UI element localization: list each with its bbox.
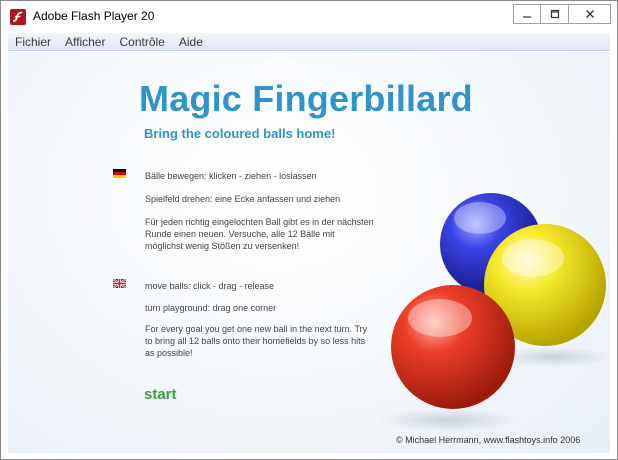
window-controls: [513, 4, 611, 24]
maximize-button[interactable]: [541, 4, 569, 24]
german-instruction-turn: Spielfeld drehen: eine Ecke anfassen und…: [145, 194, 341, 204]
title-bar[interactable]: Adobe Flash Player 20: [1, 1, 617, 32]
uk-flag-icon: [113, 279, 126, 288]
close-button[interactable]: [569, 4, 611, 24]
start-button[interactable]: start: [144, 386, 177, 403]
flash-stage[interactable]: Magic Fingerbillard Bring the coloured b…: [8, 52, 610, 453]
menu-item-fichier[interactable]: Fichier: [8, 33, 58, 51]
red-ball-highlight: [408, 299, 472, 337]
flash-player-window: Adobe Flash Player 20 Fichier Afficher C…: [0, 0, 618, 460]
menu-item-aide[interactable]: Aide: [172, 33, 210, 51]
flash-player-icon: [10, 9, 26, 25]
window-title: Adobe Flash Player 20: [33, 9, 155, 23]
copyright-notice: © Michael Herrmann, www.flashtoys.info 2…: [396, 435, 581, 445]
menu-item-controle[interactable]: Contrôle: [112, 33, 171, 51]
minimize-icon: [523, 16, 531, 18]
english-instruction-move: move balls: click - drag - release: [145, 281, 275, 291]
minimize-button[interactable]: [513, 4, 541, 24]
menu-item-afficher[interactable]: Afficher: [58, 33, 112, 51]
maximize-icon: [550, 9, 559, 19]
billiard-balls-illustration: [378, 193, 610, 432]
game-title: Magic Fingerbillard: [139, 78, 473, 119]
blue-ball-highlight: [454, 202, 506, 234]
ball-shadow: [378, 408, 518, 432]
menu-bar: Fichier Afficher Contrôle Aide: [8, 33, 610, 51]
english-instruction-turn: turn playground: drag one corner: [145, 303, 277, 313]
german-instruction-move: Bälle bewegen: klicken - ziehen - loslas…: [145, 171, 317, 181]
yellow-ball-highlight: [502, 239, 564, 277]
german-instruction-goal: Für jeden richtig eingelochten Ball gibt…: [145, 217, 374, 251]
german-flag-icon: [113, 169, 126, 178]
english-instruction-goal: For every goal you get one new ball in t…: [145, 324, 368, 358]
game-subtitle: Bring the coloured balls home!: [144, 126, 336, 141]
close-icon: [585, 10, 594, 18]
